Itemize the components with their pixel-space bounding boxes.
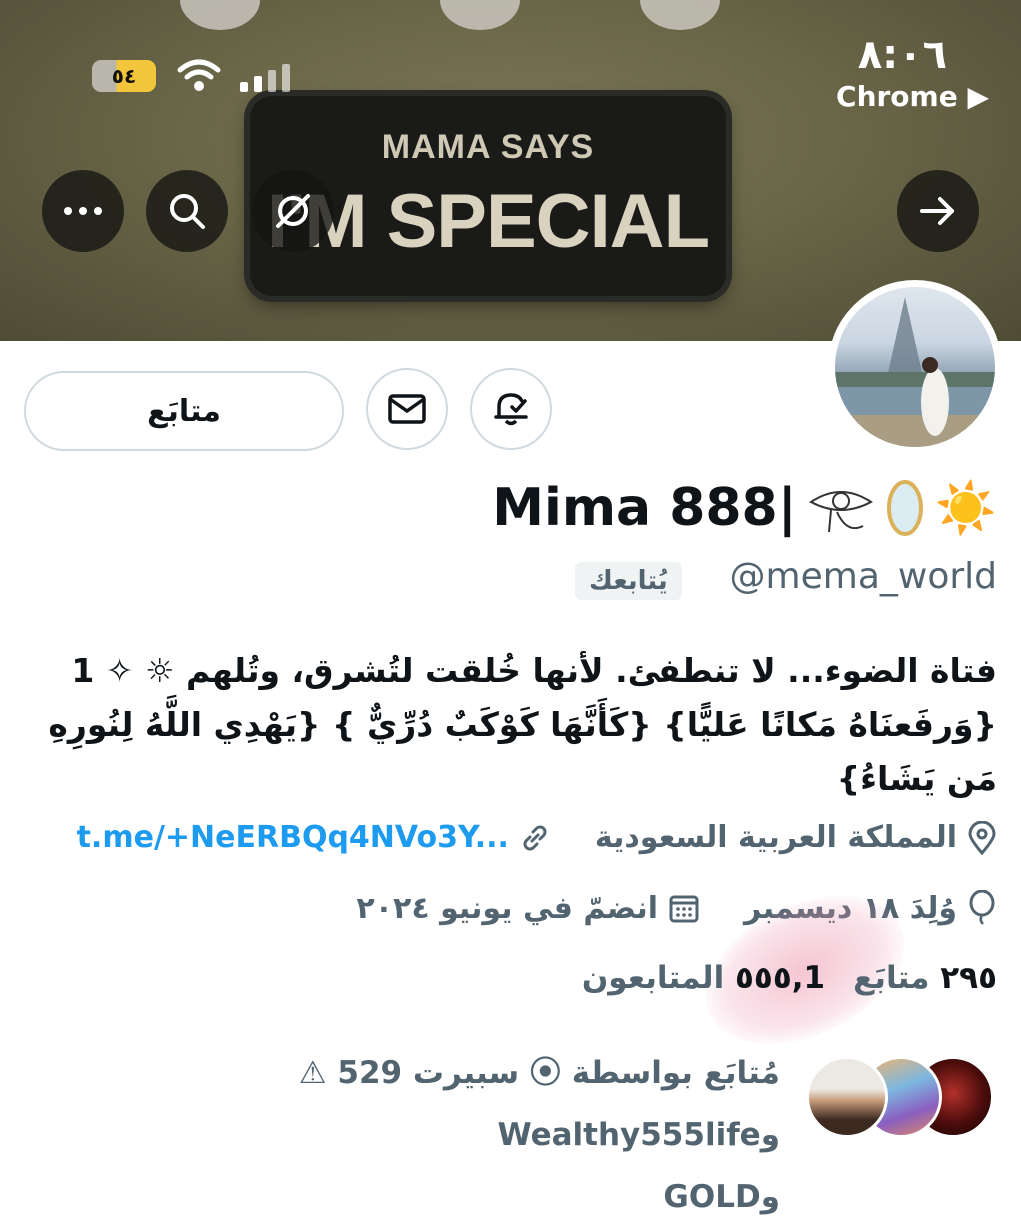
message-button[interactable]: [366, 368, 448, 450]
joined-text: انضمّ في يونيو ٢٠٢٤: [356, 890, 659, 926]
followed-by-line: وGOLD: [663, 1179, 780, 1215]
bell-check-icon: [494, 393, 528, 426]
more-dots-icon: [64, 207, 102, 215]
battery-indicator: ٥٤: [92, 60, 156, 92]
signal-icon: [240, 64, 290, 92]
joined-item: انضمّ في يونيو ٢٠٢٤: [356, 891, 700, 926]
display-name-text: Mima 888|: [492, 478, 797, 538]
status-time: ٨:٠٦: [857, 32, 947, 78]
profile-handle: @mema_world: [729, 556, 997, 597]
patch-text-top: MAMA SAYS: [381, 128, 595, 166]
follow-stats: ٢٩٥ متابَع 1,٥٥٥ المتابعون: [582, 960, 997, 996]
arrow-right-icon: [920, 197, 954, 225]
location-text: المملكة العربية السعودية: [594, 820, 957, 855]
calendar-icon: [669, 895, 699, 923]
followed-by-line: مُتابَع بواسطة ⦿ سبيرت 529 ⚠︎ وWealthy55…: [298, 1055, 780, 1153]
grok-icon: [276, 194, 310, 228]
eye-of-horus-icon: [808, 491, 873, 533]
followed-by-text[interactable]: مُتابَع بواسطة ⦿ سبيرت 529 ⚠︎ وWealthy55…: [50, 1042, 780, 1228]
location-item: المملكة العربية السعودية: [595, 820, 997, 855]
wifi-icon: [177, 59, 221, 91]
bio-line: {وَرفَعنَاهُ مَكانًا عَليًّا} {كَأَنَّهَ…: [48, 705, 997, 744]
follows-you-badge: يُتابعك: [575, 562, 682, 600]
following-count: ٢٩٥: [940, 960, 997, 996]
followers-stat[interactable]: 1,٥٥٥ المتابعون: [582, 960, 825, 996]
notifications-button[interactable]: [470, 368, 552, 450]
banner-decoration: [440, 0, 520, 30]
sun-emoji: ☀️: [934, 478, 997, 537]
following-stat[interactable]: ٢٩٥ متابَع: [853, 960, 997, 996]
follower-avatar[interactable]: [806, 1056, 888, 1138]
back-arrow-button[interactable]: [897, 170, 979, 252]
avatar-scene-icon: [835, 297, 995, 447]
link-icon: [523, 825, 547, 850]
location-pin-icon: [968, 820, 996, 855]
profile-avatar[interactable]: [828, 280, 1002, 454]
avatar-photo: [835, 287, 995, 447]
search-icon: [170, 194, 205, 229]
following-label: متابَع: [853, 960, 930, 996]
banner-decoration: [640, 0, 720, 30]
profile-bio: فتاة الضوء... لا تنطفئ. لأنها خُلقت لتُش…: [22, 644, 997, 806]
bio-line: فتاة الضوء... لا تنطفئ. لأنها خُلقت لتُش…: [71, 651, 997, 690]
following-button[interactable]: متابَع: [24, 371, 344, 451]
search-button[interactable]: [146, 170, 228, 252]
more-options-button[interactable]: [42, 170, 124, 252]
location-link-row: المملكة العربية السعودية t.me/+NeERBQq4N…: [77, 820, 997, 855]
followers-count: 1,٥٥٥: [735, 960, 826, 996]
bio-line: مَن يَشَاءُ}: [836, 759, 997, 798]
website-link-item[interactable]: t.me/+NeERBQq4NVo3Y...: [77, 820, 551, 855]
banner-decoration: [180, 0, 260, 30]
balloon-icon: [969, 890, 995, 925]
mirror-icon: [886, 480, 923, 536]
back-to-app-link[interactable]: Chrome ▶: [836, 80, 989, 113]
followers-label: المتابعون: [581, 960, 725, 996]
grok-button[interactable]: [252, 170, 334, 252]
mail-icon: [388, 394, 426, 424]
birthday-joined-row: وُلِدَ ١٨ ديسمبر انضمّ في يونيو ٢٠٢٤: [356, 890, 997, 926]
display-name: Mima 888| ☀️: [492, 478, 997, 538]
website-link[interactable]: t.me/+NeERBQq4NVo3Y...: [77, 820, 509, 855]
